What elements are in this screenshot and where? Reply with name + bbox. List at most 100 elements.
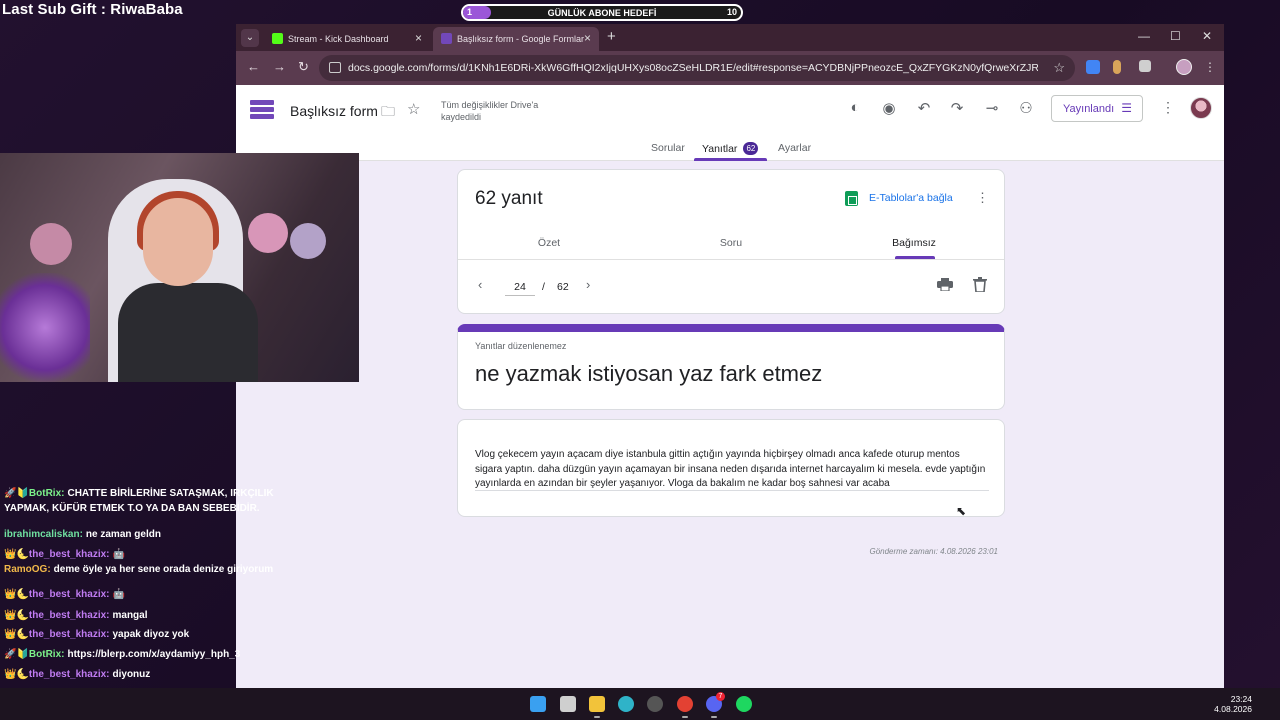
form-title[interactable]: Başlıksız form — [290, 103, 378, 119]
tab-close-icon[interactable]: × — [584, 31, 591, 45]
chat-badges: 👑🌜 — [4, 589, 29, 600]
tab-settings[interactable]: Ayarlar — [778, 142, 811, 154]
browser-menu-icon[interactable]: ⋮ — [1204, 60, 1216, 74]
tab-kick-dashboard[interactable]: Stream - Kick Dashboard × — [264, 27, 430, 51]
tab-responses-label: Yanıtlar — [702, 143, 738, 155]
save-status: Tüm değişiklikler Drive'a kaydedildi — [441, 100, 539, 122]
chat-badges: 👑🌜 — [4, 629, 29, 640]
more-options-icon[interactable]: ⋮ — [1161, 99, 1175, 116]
trash-icon[interactable] — [973, 277, 987, 292]
chat-badges: 🚀🔰 — [4, 488, 29, 499]
chat-message: ibrahimcaliskan: ne zaman geldn — [4, 527, 294, 542]
system-clock[interactable]: 23:24 4.08.2026 — [1214, 694, 1252, 714]
forms-header: Başlıksız form 🗀 ☆ Tüm değişiklikler Dri… — [236, 85, 1224, 161]
bookmark-star-icon[interactable]: ☆ — [1053, 60, 1065, 76]
chat-username[interactable]: the_best_khazix: — [29, 589, 110, 600]
task-view-icon[interactable] — [560, 696, 576, 712]
chat-username[interactable]: the_best_khazix: — [29, 669, 110, 680]
chrome-icon[interactable] — [677, 696, 693, 712]
edge-icon[interactable] — [618, 696, 634, 712]
chat-username[interactable]: BotRix: — [29, 649, 65, 660]
chat-text: mangal — [112, 610, 148, 621]
close-icon[interactable]: ✕ — [1202, 29, 1212, 43]
question-title: ne yazmak istiyosan yaz fark etmez — [475, 361, 823, 386]
folder-icon[interactable]: 🗀 — [381, 101, 395, 125]
chat-username[interactable]: ibrahimcaliskan: — [4, 529, 83, 540]
preview-eye-icon[interactable]: ◉ — [880, 99, 898, 117]
windows-taskbar: 23:24 4.08.2026 7 — [0, 688, 1280, 720]
star-icon[interactable]: ☆ — [407, 100, 420, 118]
responses-more-icon[interactable]: ⋮ — [976, 190, 989, 206]
spotify-icon[interactable] — [736, 696, 752, 712]
responses-title: 62 yanıt — [475, 188, 543, 209]
plush-toy — [248, 213, 288, 253]
windows-start-icon[interactable] — [530, 696, 546, 712]
url-text[interactable]: docs.google.com/forms/d/1KNh1E6DRi-XkW6G… — [348, 62, 1038, 74]
palette-icon[interactable]: ◐ — [846, 99, 864, 116]
chat-text: diyonuz — [112, 669, 151, 680]
forms-logo-icon[interactable] — [250, 98, 274, 122]
form-body: 62 yanıt E-Tablolar'a bağla ⋮ Özet Soru … — [236, 161, 1224, 688]
browser-toolbar: ← → ↻ docs.google.com/forms/d/1KNh1E6DRi… — [236, 51, 1224, 85]
last-sub-gift-text: Last Sub Gift : RiwaBaba — [2, 1, 183, 18]
print-icon[interactable] — [937, 278, 953, 291]
redo-icon[interactable]: ↷ — [948, 99, 966, 117]
chat-text: https://blerp.com/x/aydamiyy_hph_3 — [67, 649, 241, 660]
mouse-cursor-icon: ⬉ — [956, 504, 967, 518]
tab-search-icon[interactable]: ⌄ — [241, 29, 259, 47]
back-arrow-icon[interactable]: ← — [247, 59, 260, 74]
clock-time: 23:24 — [1230, 694, 1252, 704]
chat-username[interactable]: the_best_khazix: — [29, 610, 110, 621]
next-response-icon[interactable]: › — [586, 277, 590, 292]
browser-profile-avatar[interactable] — [1176, 59, 1192, 75]
extensions-puzzle-icon[interactable] — [1139, 60, 1151, 72]
chat-badges: 👑🌜 — [4, 610, 29, 621]
subtab-individual[interactable]: Bağımsız — [864, 237, 964, 249]
chat-badges: 👑🌜 — [4, 549, 29, 560]
chat-username[interactable]: the_best_khazix: — [29, 629, 110, 640]
chat-message: 🚀🔰BotRix: CHATTE BİRİLERİNE SATAŞMAK, IRK… — [4, 486, 294, 516]
undo-icon[interactable]: ↶ — [915, 99, 933, 117]
published-button[interactable]: Yayınlandı ☰ — [1051, 95, 1143, 122]
streamer-face — [143, 198, 213, 286]
obs-icon[interactable] — [647, 696, 663, 712]
reload-icon[interactable]: ↻ — [298, 59, 309, 75]
address-bar[interactable]: docs.google.com/forms/d/1KNh1E6DRi-XkW6G… — [319, 55, 1075, 81]
chat-username[interactable]: the_best_khazix: — [29, 549, 110, 560]
subtab-question[interactable]: Soru — [681, 237, 781, 249]
link-to-sheets-button[interactable]: E-Tablolar'a bağla — [869, 192, 953, 204]
clock-date: 4.08.2026 — [1214, 704, 1252, 714]
answer-text: Vlog çekecem yayın açacam diye istanbula… — [475, 449, 986, 489]
previous-response-icon[interactable]: ‹ — [478, 277, 482, 292]
extension-icon[interactable] — [1113, 60, 1121, 74]
tab-responses[interactable]: Yanıtlar 62 — [702, 142, 759, 155]
chat-message: 👑🌜the_best_khazix: diyonuz — [4, 667, 294, 682]
webcam-feed — [0, 153, 359, 382]
site-info-icon[interactable] — [329, 62, 341, 73]
translate-extension-icon[interactable] — [1086, 60, 1100, 74]
account-avatar[interactable] — [1190, 97, 1212, 119]
chat-text: 🤖 — [112, 549, 125, 560]
sheets-icon[interactable] — [845, 191, 858, 206]
plus-icon[interactable]: + — [607, 28, 616, 45]
current-response-input[interactable]: 24 — [505, 281, 535, 296]
subtab-summary[interactable]: Özet — [499, 237, 599, 249]
minimize-icon[interactable]: — — [1138, 29, 1150, 43]
link-icon[interactable]: ⊸ — [983, 99, 1001, 117]
chat-message: 🚀🔰BotRix: https://blerp.com/x/aydamiyy_hp… — [4, 647, 294, 662]
chat-text: 🤖 — [112, 589, 125, 600]
answer-card: Vlog çekecem yayın açacam diye istanbula… — [457, 419, 1005, 517]
add-collaborator-icon[interactable]: ⚇ — [1017, 99, 1035, 117]
chat-username[interactable]: RamoOG: — [4, 564, 51, 575]
file-explorer-icon[interactable] — [589, 696, 605, 712]
chat-message: RamoOG: deme öyle ya her sene orada deniz… — [4, 562, 294, 577]
maximize-icon[interactable]: ☐ — [1170, 29, 1181, 43]
chat-message: 👑🌜the_best_khazix: yapak diyoz yok — [4, 627, 294, 642]
chat-text: ne zaman geldn — [85, 529, 161, 540]
tab-google-forms[interactable]: Başlıksız form - Google Formlar × — [433, 27, 599, 51]
forward-arrow-icon[interactable]: → — [273, 59, 286, 74]
chat-text: yapak diyoz yok — [112, 629, 190, 640]
tab-close-icon[interactable]: × — [415, 31, 422, 45]
tab-questions[interactable]: Sorular — [651, 142, 685, 154]
chat-username[interactable]: BotRix: — [29, 488, 65, 499]
